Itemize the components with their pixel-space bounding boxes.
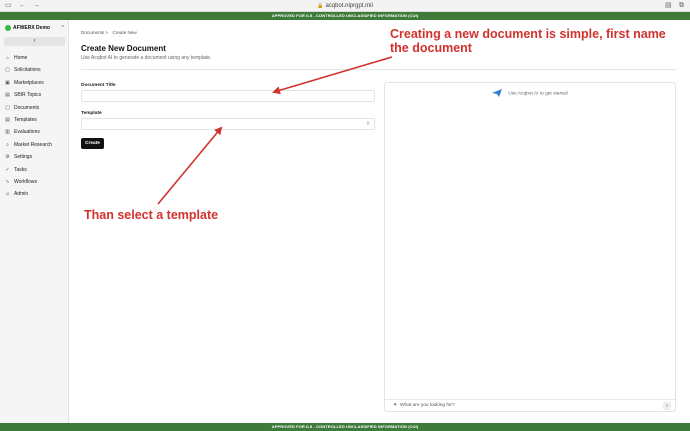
annotation-arrows <box>157 56 393 205</box>
arrow-to-template-select <box>157 126 223 205</box>
arrow-to-title-input <box>272 56 393 95</box>
